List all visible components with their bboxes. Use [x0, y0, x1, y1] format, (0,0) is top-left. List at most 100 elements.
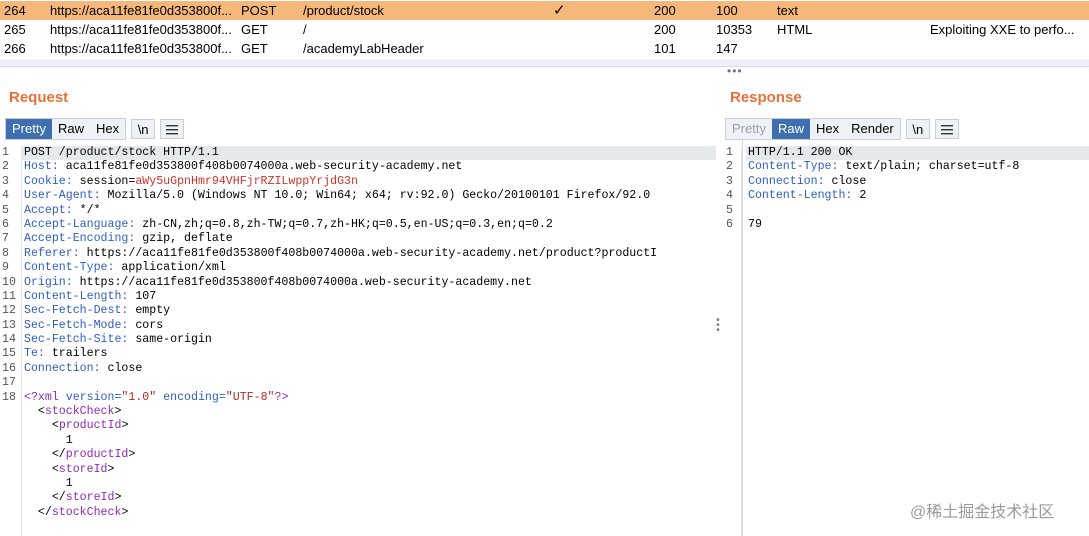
response-menu-button[interactable] [934, 119, 959, 139]
horizontal-scrollbar[interactable] [0, 59, 1089, 67]
response-panel-title: Response [730, 89, 802, 106]
header-name: Referer: [24, 246, 80, 260]
proxy-history-table: 264 https://aca11fe81fe0d353800f... POST/p… [0, 0, 1089, 61]
request-menu-button[interactable] [160, 119, 185, 139]
header-name: Te: [24, 347, 45, 361]
request-tab-raw[interactable]: Raw [52, 119, 90, 139]
line-number: 4 [2, 189, 9, 203]
line-number: 5 [2, 203, 9, 217]
line-number: 2 [726, 160, 733, 174]
header-name: Accept-Language: [24, 217, 136, 231]
line-content: </stockCheck> [24, 506, 128, 520]
line-content: Sec-Fetch-Site: same-origin [24, 333, 212, 347]
code-line: 11 Content-Length: 107 [0, 290, 716, 304]
code-line: 2 Content-Type: text/plain; charset=utf-8 [724, 160, 1089, 174]
xml-line: 1 [0, 477, 716, 491]
line-number: 2 [2, 160, 9, 174]
code-line: 2 Host: aca11fe81fe0d353800f408b0074000a.… [0, 160, 716, 174]
table-row[interactable]: 264 https://aca11fe81fe0d353800f... POST/p… [0, 1, 1089, 20]
response-tab-render[interactable]: Render [845, 119, 900, 139]
request-newline-toggle[interactable]: \n [131, 119, 156, 139]
header-value: close [100, 361, 143, 375]
response-newline-toggle[interactable]: \n [905, 119, 930, 139]
code-line: 5 [724, 204, 1089, 218]
xml-bracket: > [114, 491, 122, 505]
code-line: 7 Accept-Encoding: gzip, deflate [0, 232, 716, 246]
header-name: Sec-Fetch-Mode: [24, 318, 129, 332]
code-line: 4 Content-Length: 2 [724, 189, 1089, 203]
header-name: User-Agent: [24, 189, 101, 203]
request-editor[interactable]: 1 POST /product/stock HTTP/1.1 2 Host: aca1… [0, 146, 716, 520]
xml-tag-name: productId [58, 419, 122, 433]
line-content: Accept: */* [24, 204, 101, 218]
request-tab-pretty[interactable]: Pretty [6, 119, 52, 139]
line-content: Sec-Fetch-Mode: cors [24, 319, 163, 333]
xml-tag-name: stockCheck [51, 505, 122, 519]
xml-bracket: > [128, 448, 136, 462]
line-number: 12 [2, 304, 16, 318]
line-number: 6 [726, 217, 733, 231]
line-number: 14 [2, 333, 16, 347]
header-value: cors [128, 318, 164, 332]
xml-bracket: > [114, 405, 122, 419]
cell-num: 266 [4, 41, 26, 56]
response-editor[interactable]: 1 HTTP/1.1 200 OK 2 Content-Type: text/plai… [724, 146, 1089, 232]
line-content: Content-Type: text/plain; charset=utf-8 [748, 160, 1019, 174]
line-number: 16 [2, 361, 16, 375]
xml-attr-value: "1.0" [121, 390, 157, 404]
code-line: 17 [0, 376, 716, 390]
cell-host: https://aca11fe81fe0d353800f... [50, 22, 232, 37]
code-line: 5 Accept: */* [0, 204, 716, 218]
cell-num: 265 [4, 22, 26, 37]
cell-edited: ✓ [553, 2, 566, 19]
line-number: 3 [726, 174, 733, 188]
line-content: <stockCheck> [24, 405, 122, 419]
line-number: 5 [726, 203, 733, 217]
header-name: Cookie: [24, 174, 73, 188]
header-value: */* [72, 203, 101, 217]
xml-bracket: </ [37, 505, 52, 519]
xml-line: </productId> [0, 448, 716, 462]
xml-bracket: > [121, 419, 129, 433]
code-line: 1 HTTP/1.1 200 OK [724, 146, 1089, 161]
code-line: 6 79 [724, 218, 1089, 232]
header-value: aca11fe81fe0d353800f408b0074000a.web-sec… [58, 160, 463, 174]
cell-length: 100 [716, 3, 738, 18]
line-number: 8 [2, 246, 9, 260]
cell-title: Exploiting XXE to perfo... [930, 22, 1075, 37]
line-content: 1 [24, 434, 73, 448]
code-line: 15 Te: trailers [0, 347, 716, 361]
line-number: 7 [2, 232, 9, 246]
horizontal-split-handle[interactable]: ••• [727, 65, 743, 77]
response-tab-hex[interactable]: Hex [810, 119, 845, 139]
line-number: 1 [2, 146, 9, 159]
response-tab-pretty[interactable]: Pretty [726, 119, 772, 139]
line-content: User-Agent: Mozilla/5.0 (Windows NT 10.0… [24, 189, 650, 203]
request-tab-hex[interactable]: Hex [90, 119, 125, 139]
header-value: POST /product/stock HTTP/1.1 [24, 146, 219, 159]
header-name: Accept: [24, 203, 73, 217]
header-name: Origin: [24, 275, 73, 289]
line-number: 10 [2, 275, 16, 289]
xml-bracket: < [37, 405, 45, 419]
response-tab-raw[interactable]: Raw [771, 119, 810, 139]
line-number: 4 [726, 189, 733, 203]
table-row[interactable]: 265 https://aca11fe81fe0d353800f... GET / 20… [0, 20, 1089, 39]
request-toolbar: Pretty Raw Hex \n [5, 118, 185, 140]
xml-attr-encoding: encoding= [156, 390, 226, 404]
line-content: Accept-Encoding: gzip, deflate [24, 232, 233, 246]
header-value: close [824, 174, 867, 188]
table-row[interactable]: 266 https://aca11fe81fe0d353800f... GET/ac… [0, 39, 1089, 58]
header-value: empty [128, 304, 171, 318]
code-line: 4 User-Agent: Mozilla/5.0 (Windows NT 10.… [0, 189, 716, 203]
vertical-split-handle[interactable]: • • • [715, 316, 721, 336]
line-content: <?xml version="1.0" encoding="UTF-8"?> [24, 391, 288, 405]
cell-url: /academyLabHeader [303, 41, 424, 56]
header-name: Content-Type: [748, 160, 839, 174]
xml-bracket: </ [51, 448, 66, 462]
header-value: https://aca11fe81fe0d353800f408b0074000a… [79, 246, 658, 260]
